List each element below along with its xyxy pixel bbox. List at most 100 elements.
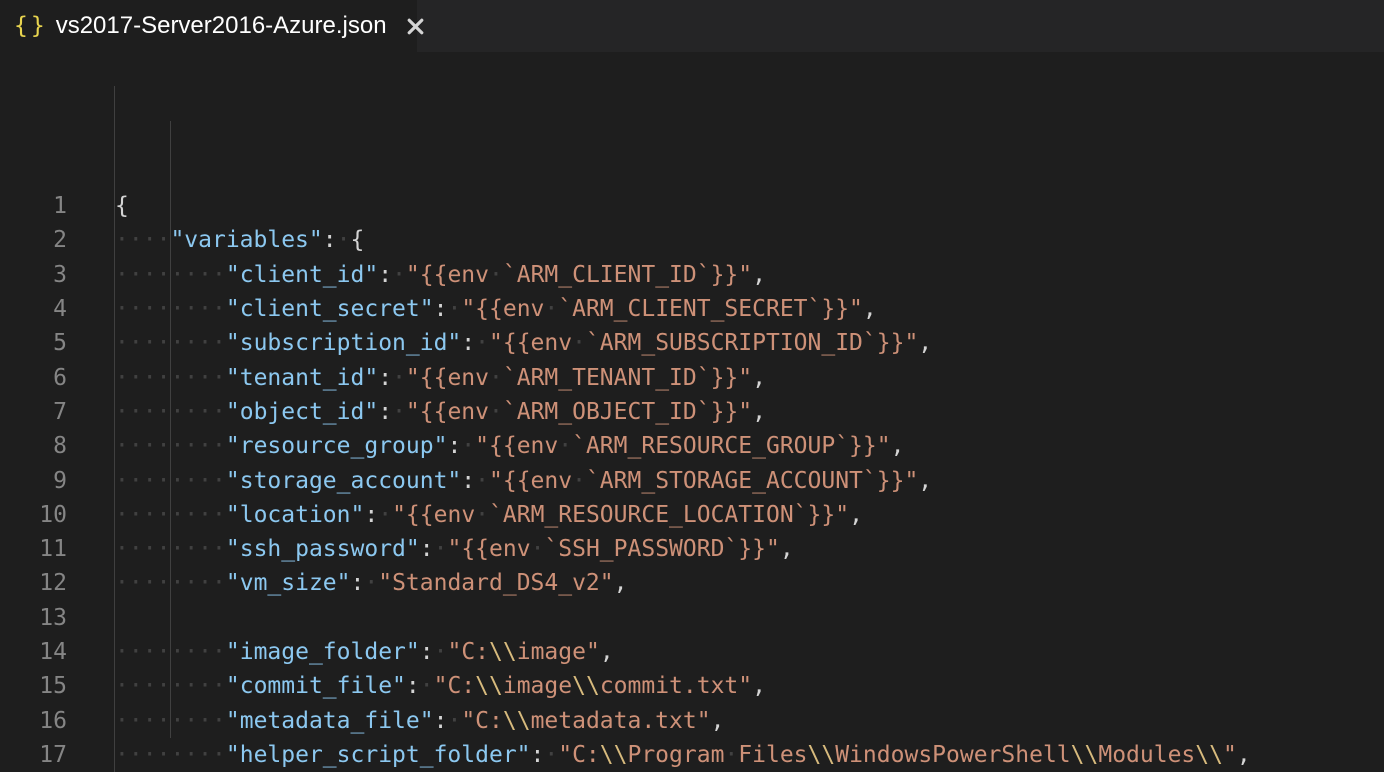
code-token: , bbox=[1237, 742, 1251, 768]
code-token: ········ bbox=[115, 536, 226, 562]
code-token: ········ bbox=[115, 708, 226, 734]
line-number[interactable]: 14 bbox=[0, 635, 67, 669]
code-line[interactable]: 15········"commit_file":·"C:\\image\\com… bbox=[0, 669, 1384, 703]
line-number[interactable]: 6 bbox=[0, 361, 67, 395]
code-line[interactable]: 3········"client_id":·"{{env·`ARM_CLIENT… bbox=[0, 258, 1384, 292]
code-token: · bbox=[475, 468, 489, 494]
code-token: "resource_group" bbox=[226, 433, 448, 459]
code-line[interactable]: 6········"tenant_id":·"{{env·`ARM_TENANT… bbox=[0, 361, 1384, 395]
code-token: ········ bbox=[115, 296, 226, 322]
code-text: { bbox=[67, 189, 129, 223]
code-token: "{{env·`ARM_TENANT_ID`}}" bbox=[406, 365, 752, 391]
tab-close-button[interactable] bbox=[405, 16, 426, 37]
code-token: , bbox=[918, 330, 932, 356]
tab-filename: vs2017-Server2016-Azure.json bbox=[56, 12, 387, 40]
whitespace-dot: · bbox=[143, 502, 157, 528]
line-number[interactable]: 8 bbox=[0, 429, 67, 463]
code-token: · bbox=[434, 536, 448, 562]
whitespace-dot: · bbox=[489, 399, 503, 425]
line-number[interactable]: 10 bbox=[0, 498, 67, 532]
code-line[interactable]: 2····"variables":·{ bbox=[0, 223, 1384, 257]
code-line[interactable]: 4········"client_secret":·"{{env·`ARM_CL… bbox=[0, 292, 1384, 326]
code-line[interactable]: 9········"storage_account":·"{{env·`ARM_… bbox=[0, 464, 1384, 498]
code-token: , bbox=[614, 570, 628, 596]
code-line[interactable]: 12········"vm_size":·"Standard_DS4_v2", bbox=[0, 566, 1384, 600]
code-line[interactable]: 5········"subscription_id":·"{{env·`ARM_… bbox=[0, 326, 1384, 360]
code-token: , bbox=[891, 433, 905, 459]
code-line[interactable]: 1{ bbox=[0, 189, 1384, 223]
whitespace-dot: · bbox=[129, 536, 143, 562]
code-token: \\ bbox=[600, 742, 628, 768]
code-line[interactable]: 8········"resource_group":·"{{env·`ARM_R… bbox=[0, 429, 1384, 463]
whitespace-dot: · bbox=[129, 639, 143, 665]
line-number[interactable]: 15 bbox=[0, 669, 67, 703]
line-number[interactable]: 1 bbox=[0, 189, 67, 223]
code-line[interactable]: 11········"ssh_password":·"{{env·`SSH_PA… bbox=[0, 532, 1384, 566]
line-number[interactable]: 17 bbox=[0, 738, 67, 772]
line-number[interactable]: 11 bbox=[0, 532, 67, 566]
code-token: ········ bbox=[115, 433, 226, 459]
code-line[interactable]: 7········"object_id":·"{{env·`ARM_OBJECT… bbox=[0, 395, 1384, 429]
code-token: " bbox=[1223, 742, 1237, 768]
whitespace-dot: · bbox=[129, 227, 143, 253]
code-token: "{{env·`SSH_PASSWORD`}}" bbox=[447, 536, 779, 562]
whitespace-dot: · bbox=[212, 673, 226, 699]
code-token: , bbox=[752, 399, 766, 425]
code-token: "image_folder" bbox=[226, 639, 420, 665]
whitespace-dot: · bbox=[129, 296, 143, 322]
whitespace-dot: · bbox=[212, 399, 226, 425]
code-token: commit.txt" bbox=[600, 673, 752, 699]
whitespace-dot: · bbox=[143, 536, 157, 562]
code-token: ········ bbox=[115, 399, 226, 425]
whitespace-dot: · bbox=[198, 502, 212, 528]
code-token: , bbox=[849, 502, 863, 528]
code-token: "commit_file" bbox=[226, 673, 406, 699]
code-line[interactable]: 17········"helper_script_folder":·"C:\\P… bbox=[0, 738, 1384, 772]
whitespace-dot: · bbox=[143, 570, 157, 596]
code-token: · bbox=[378, 502, 392, 528]
code-token: "{{env·`ARM_STORAGE_ACCOUNT`}}" bbox=[489, 468, 918, 494]
code-token: · bbox=[447, 296, 461, 322]
code-token: : bbox=[420, 536, 434, 562]
whitespace-dot: · bbox=[212, 536, 226, 562]
code-line[interactable]: 14········"image_folder":·"C:\\image", bbox=[0, 635, 1384, 669]
line-number[interactable]: 13 bbox=[0, 601, 67, 635]
line-number[interactable]: 12 bbox=[0, 566, 67, 600]
line-number[interactable]: 4 bbox=[0, 292, 67, 326]
whitespace-dot: · bbox=[143, 365, 157, 391]
line-number[interactable]: 9 bbox=[0, 464, 67, 498]
code-token: ········ bbox=[115, 330, 226, 356]
code-text: ········"client_id":·"{{env·`ARM_CLIENT_… bbox=[67, 258, 766, 292]
line-number[interactable]: 5 bbox=[0, 326, 67, 360]
whitespace-dot: · bbox=[157, 639, 171, 665]
code-token: · bbox=[544, 742, 558, 768]
line-number[interactable]: 2 bbox=[0, 223, 67, 257]
whitespace-dot: · bbox=[143, 262, 157, 288]
whitespace-dot: · bbox=[129, 570, 143, 596]
line-number[interactable]: 3 bbox=[0, 258, 67, 292]
whitespace-dot: · bbox=[461, 433, 475, 459]
code-editor[interactable]: 1{2····"variables":·{3········"client_id… bbox=[0, 52, 1384, 772]
whitespace-dot: · bbox=[157, 227, 171, 253]
whitespace-dot: · bbox=[198, 399, 212, 425]
code-text: ········"image_folder":·"C:\\image", bbox=[67, 635, 614, 669]
code-token: "C: bbox=[434, 673, 476, 699]
code-token: · bbox=[364, 570, 378, 596]
line-number[interactable]: 7 bbox=[0, 395, 67, 429]
whitespace-dot: · bbox=[157, 468, 171, 494]
whitespace-dot: · bbox=[115, 708, 129, 734]
code-text: ········"metadata_file":·"C:\\metadata.t… bbox=[67, 704, 724, 738]
code-token: Program·Files bbox=[627, 742, 807, 768]
whitespace-dot: · bbox=[170, 708, 184, 734]
whitespace-dot: · bbox=[157, 570, 171, 596]
line-number[interactable]: 16 bbox=[0, 704, 67, 738]
code-line[interactable]: 10········"location":·"{{env·`ARM_RESOUR… bbox=[0, 498, 1384, 532]
whitespace-dot: · bbox=[198, 296, 212, 322]
code-token: \\ bbox=[572, 673, 600, 699]
whitespace-dot: · bbox=[434, 536, 448, 562]
code-line[interactable]: 13 bbox=[0, 601, 1384, 635]
whitespace-dot: · bbox=[157, 330, 171, 356]
active-tab[interactable]: {} vs2017-Server2016-Azure.json bbox=[0, 0, 417, 52]
code-text: ········"location":·"{{env·`ARM_RESOURCE… bbox=[67, 498, 863, 532]
code-line[interactable]: 16········"metadata_file":·"C:\\metadata… bbox=[0, 704, 1384, 738]
